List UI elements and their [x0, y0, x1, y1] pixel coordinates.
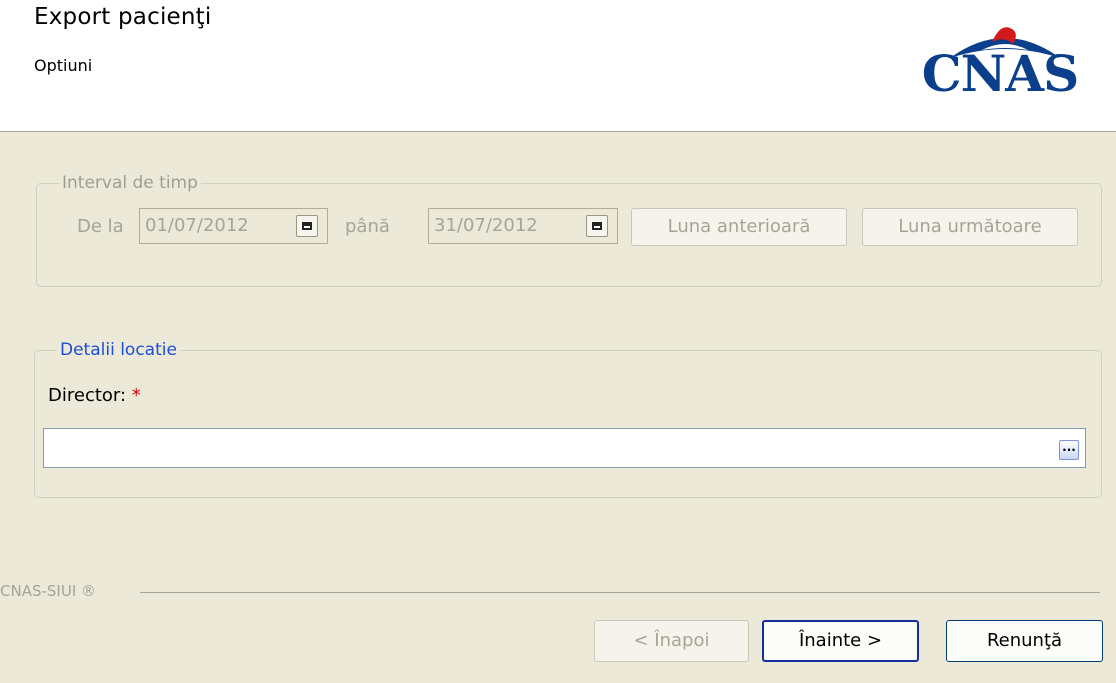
next-button[interactable]: Înainte > — [762, 620, 919, 662]
back-button[interactable]: < Înapoi — [594, 620, 749, 662]
logo-text: CNAS — [921, 44, 1079, 103]
director-label-text: Director: — [48, 385, 127, 406]
footer-brand: CNAS-SIUI ® — [0, 582, 105, 600]
to-label: până — [345, 216, 390, 237]
to-calendar-icon[interactable] — [586, 215, 608, 237]
browse-button[interactable]: ... — [1059, 440, 1079, 460]
page-subtitle: Optiuni — [34, 56, 93, 75]
cancel-button[interactable]: Renunţă — [946, 620, 1103, 662]
cnas-logo: CNAS — [910, 22, 1090, 106]
director-input[interactable] — [43, 428, 1086, 468]
director-label: Director: * — [48, 385, 141, 406]
from-date-value: 01/07/2012 — [145, 215, 249, 236]
interval-legend: Interval de timp — [62, 173, 198, 193]
from-label: De la — [77, 216, 124, 237]
location-group: Detalii locatie — [34, 340, 1102, 498]
next-month-button[interactable]: Luna următoare — [862, 208, 1078, 246]
to-date-value: 31/07/2012 — [434, 215, 538, 236]
wizard-header: Export pacienţi Optiuni CNAS — [0, 0, 1116, 132]
required-marker: * — [131, 385, 141, 406]
page-title: Export pacienţi — [34, 4, 212, 30]
from-calendar-icon[interactable] — [296, 215, 318, 237]
location-legend: Detalii locatie — [60, 340, 177, 360]
footer-divider — [140, 592, 1100, 593]
previous-month-button[interactable]: Luna anterioară — [631, 208, 847, 246]
